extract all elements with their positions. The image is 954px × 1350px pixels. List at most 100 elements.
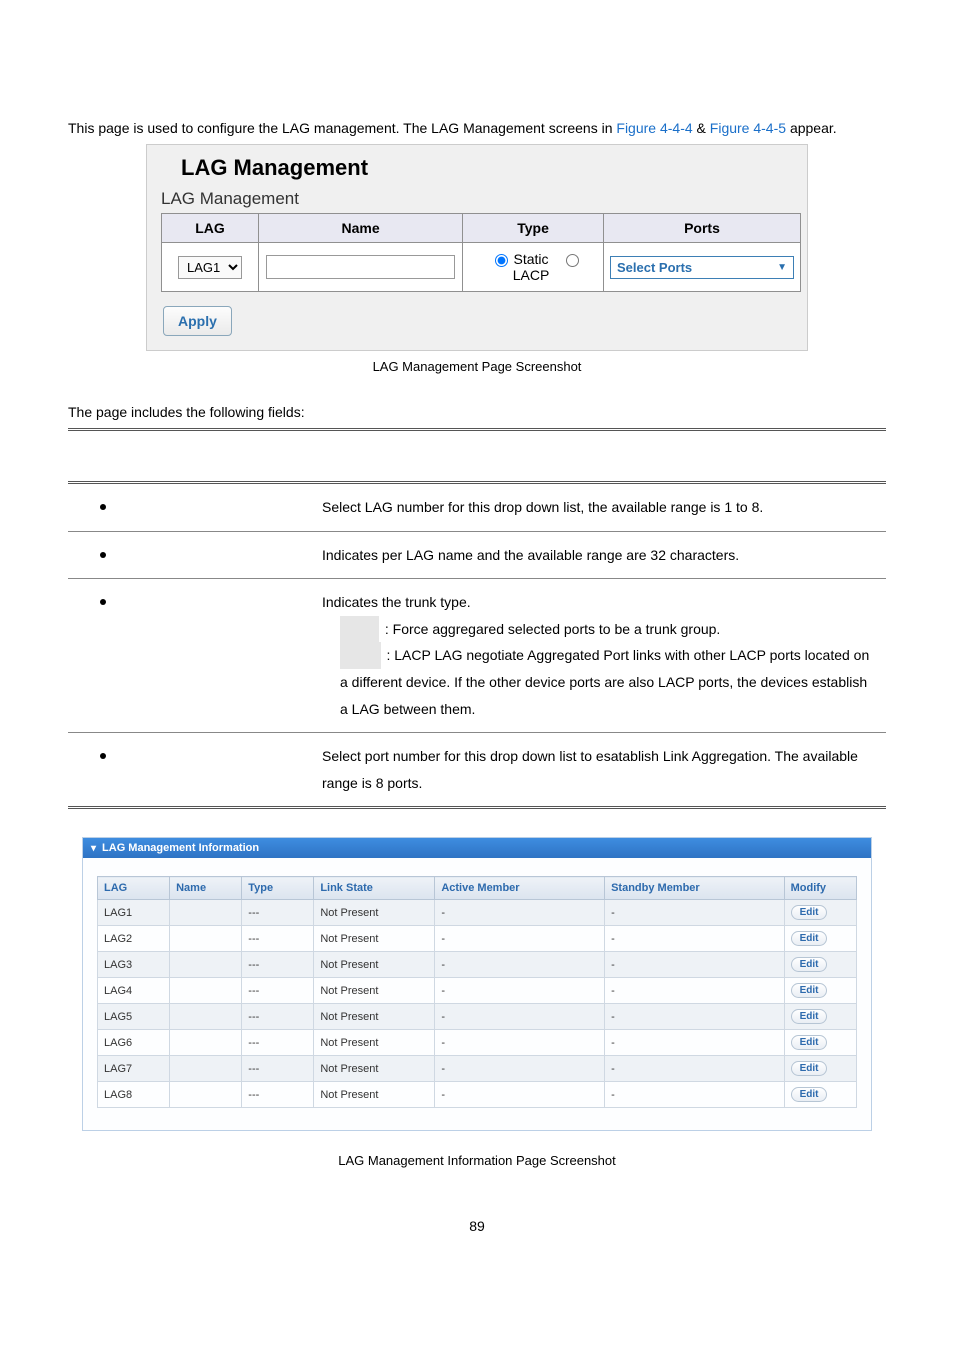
cell-name [170,978,242,1004]
cell-active: - [435,978,605,1004]
table-row: LAG6---Not Present--Edit [98,1030,857,1056]
edit-button[interactable]: Edit [791,1087,828,1102]
option-placeholder: LACP [340,642,381,669]
cell-type: --- [242,1056,314,1082]
fields-intro: The page includes the following fields: [68,404,886,420]
cell-link: Not Present [314,1056,435,1082]
cell-name [170,1004,242,1030]
cell-standby: - [605,1030,785,1056]
type-lacp-radio[interactable] [566,254,579,267]
edit-button[interactable]: Edit [791,931,828,946]
desc-row: Select LAG number for this drop down lis… [68,483,886,532]
cell-link: Not Present [314,926,435,952]
cell-active: - [435,952,605,978]
lag-form-table: LAG Name Type Ports LAG1 S [161,213,801,292]
cell-lag: LAG7 [98,1056,170,1082]
lag-info-table: LAG Name Type Link State Active Member S… [97,876,857,1108]
th-modify: Modify [784,877,856,900]
figure-link-1[interactable]: Figure 4-4-4 [616,120,692,136]
cell-active: - [435,900,605,926]
intro-prefix: This page is used to configure the LAG m… [68,120,616,136]
edit-button[interactable]: Edit [791,957,828,972]
fields-description-table: Select LAG number for this drop down lis… [68,428,886,809]
cell-link: Not Present [314,1030,435,1056]
cell-link: Not Present [314,1004,435,1030]
cell-standby: - [605,1056,785,1082]
bullet-icon [100,504,106,510]
cell-type: --- [242,1082,314,1108]
type-static-option[interactable]: Static [489,251,553,267]
cell-lag: LAG5 [98,1004,170,1030]
cell-type: --- [242,900,314,926]
cell-lag: LAG3 [98,952,170,978]
chevron-down-icon: ▾ [91,843,96,854]
cell-lag: LAG8 [98,1082,170,1108]
bullet-icon [100,599,106,605]
cell-standby: - [605,1082,785,1108]
cell-modify: Edit [784,1030,856,1056]
cell-type: --- [242,926,314,952]
desc-row: Select port number for this drop down li… [68,733,886,808]
cell-name [170,1030,242,1056]
cell-type: --- [242,978,314,1004]
cell-name [170,1056,242,1082]
cell-lag: LAG1 [98,900,170,926]
desc-row: Indicates per LAG name and the available… [68,531,886,579]
cell-modify: Edit [784,1056,856,1082]
page-number: 89 [68,1218,886,1234]
option-placeholder: Static [340,616,379,643]
cell-name [170,1082,242,1108]
table-row: LAG5---Not Present--Edit [98,1004,857,1030]
cell-standby: - [605,978,785,1004]
cell-standby: - [605,926,785,952]
lag-select[interactable]: LAG1 [178,256,242,279]
col-type: Type [463,214,604,243]
edit-button[interactable]: Edit [791,1035,828,1050]
cell-modify: Edit [784,926,856,952]
cell-active: - [435,1056,605,1082]
lag-name-input[interactable] [266,255,455,279]
col-name: Name [259,214,463,243]
table-row: LAG2---Not Present--Edit [98,926,857,952]
col-lag: LAG [162,214,259,243]
cell-active: - [435,1030,605,1056]
apply-button[interactable]: Apply [163,306,232,336]
table-row: LAG7---Not Present--Edit [98,1056,857,1082]
lag-management-screenshot: LAG Management LAG Management LAG Name T… [146,144,808,351]
bullet-icon [100,552,106,558]
page-title: LAG Management [181,155,797,181]
cell-link: Not Present [314,1082,435,1108]
cell-modify: Edit [784,1082,856,1108]
cell-lag: LAG4 [98,978,170,1004]
cell-type: --- [242,952,314,978]
intro-suffix: appear. [790,120,837,136]
panel-header[interactable]: ▾ LAG Management Information [83,838,871,858]
intro-paragraph: This page is used to configure the LAG m… [68,120,886,136]
edit-button[interactable]: Edit [791,983,828,998]
cell-modify: Edit [784,978,856,1004]
col-ports: Ports [604,214,801,243]
edit-button[interactable]: Edit [791,1009,828,1024]
type-static-radio[interactable] [495,254,508,267]
cell-link: Not Present [314,900,435,926]
th-lag: LAG [98,877,170,900]
th-active: Active Member [435,877,605,900]
cell-type: --- [242,1004,314,1030]
figure-caption-1: LAG Management Page Screenshot [68,359,886,374]
cell-type: --- [242,1030,314,1056]
desc-row: Indicates the trunk type. Static : Force… [68,579,886,733]
edit-button[interactable]: Edit [791,905,828,920]
cell-active: - [435,1004,605,1030]
cell-lag: LAG6 [98,1030,170,1056]
table-row: LAG1---Not Present--Edit [98,900,857,926]
select-ports-dropdown[interactable]: Select Ports ▼ [610,256,794,279]
cell-name [170,952,242,978]
cell-modify: Edit [784,900,856,926]
th-type: Type [242,877,314,900]
edit-button[interactable]: Edit [791,1061,828,1076]
figure-link-2[interactable]: Figure 4-4-5 [710,120,786,136]
cell-name [170,926,242,952]
section-subtitle: LAG Management [161,189,797,209]
bullet-icon [100,753,106,759]
table-row: LAG3---Not Present--Edit [98,952,857,978]
